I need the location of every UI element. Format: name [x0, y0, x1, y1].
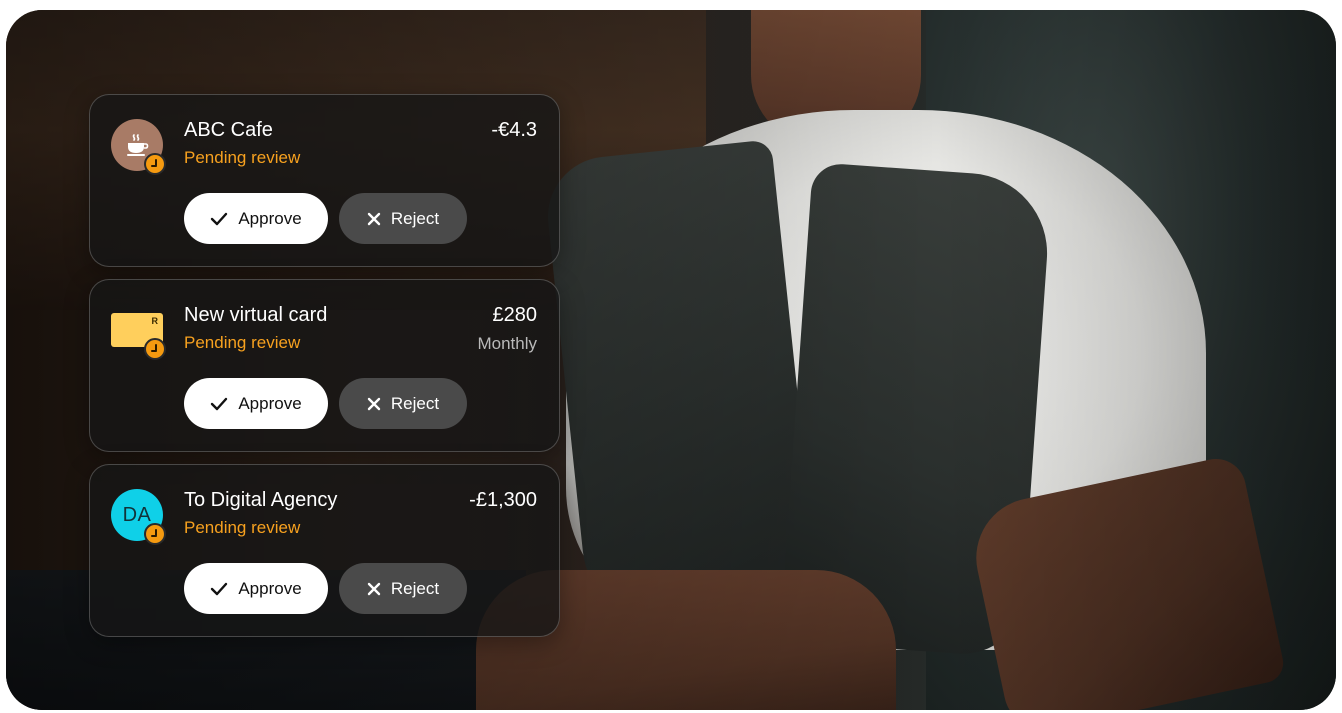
merchant-avatar [111, 119, 167, 175]
request-amount: -£1,300 [469, 489, 537, 511]
close-icon [367, 397, 381, 410]
status-text: Pending review [184, 518, 301, 537]
approval-card-abc-cafe: ABC Cafe Pending review -€4.3 Approve Re… [89, 94, 560, 267]
reject-button[interactable]: Reject [339, 193, 467, 244]
checkmark-icon [211, 582, 228, 595]
close-icon [367, 582, 381, 595]
request-title: ABC Cafe [184, 119, 273, 141]
request-title: New virtual card [184, 304, 328, 326]
checkmark-icon [211, 212, 228, 225]
status-text: Pending review [184, 333, 301, 352]
reject-label: Reject [390, 578, 440, 598]
request-title: To Digital Agency [184, 489, 338, 511]
checkmark-icon [211, 397, 228, 410]
pending-clock-icon [144, 153, 166, 175]
approve-button[interactable]: Approve [184, 563, 328, 614]
approve-button[interactable]: Approve [184, 193, 328, 244]
reject-label: Reject [390, 393, 440, 413]
status-text: Pending review [184, 148, 301, 167]
pending-clock-icon [144, 523, 166, 545]
pending-clock-icon [144, 338, 166, 360]
approve-label: Approve [238, 393, 302, 413]
close-icon [367, 212, 381, 225]
request-amount: £280 [492, 304, 538, 326]
approval-card-digital-agency: DA To Digital Agency Pending review -£1,… [89, 464, 560, 637]
payee-avatar: DA [111, 489, 167, 545]
amount-frequency: Monthly [477, 334, 537, 353]
request-amount: -€4.3 [491, 119, 537, 141]
reject-button[interactable]: Reject [339, 563, 467, 614]
approval-card-virtual-card: R New virtual card Pending review £280 M… [89, 279, 560, 452]
approve-label: Approve [238, 208, 302, 228]
reject-label: Reject [390, 208, 440, 228]
card-mark: R [151, 316, 159, 326]
card-avatar: R [111, 304, 167, 360]
approve-label: Approve [238, 578, 302, 598]
reject-button[interactable]: Reject [339, 378, 467, 429]
approve-button[interactable]: Approve [184, 378, 328, 429]
